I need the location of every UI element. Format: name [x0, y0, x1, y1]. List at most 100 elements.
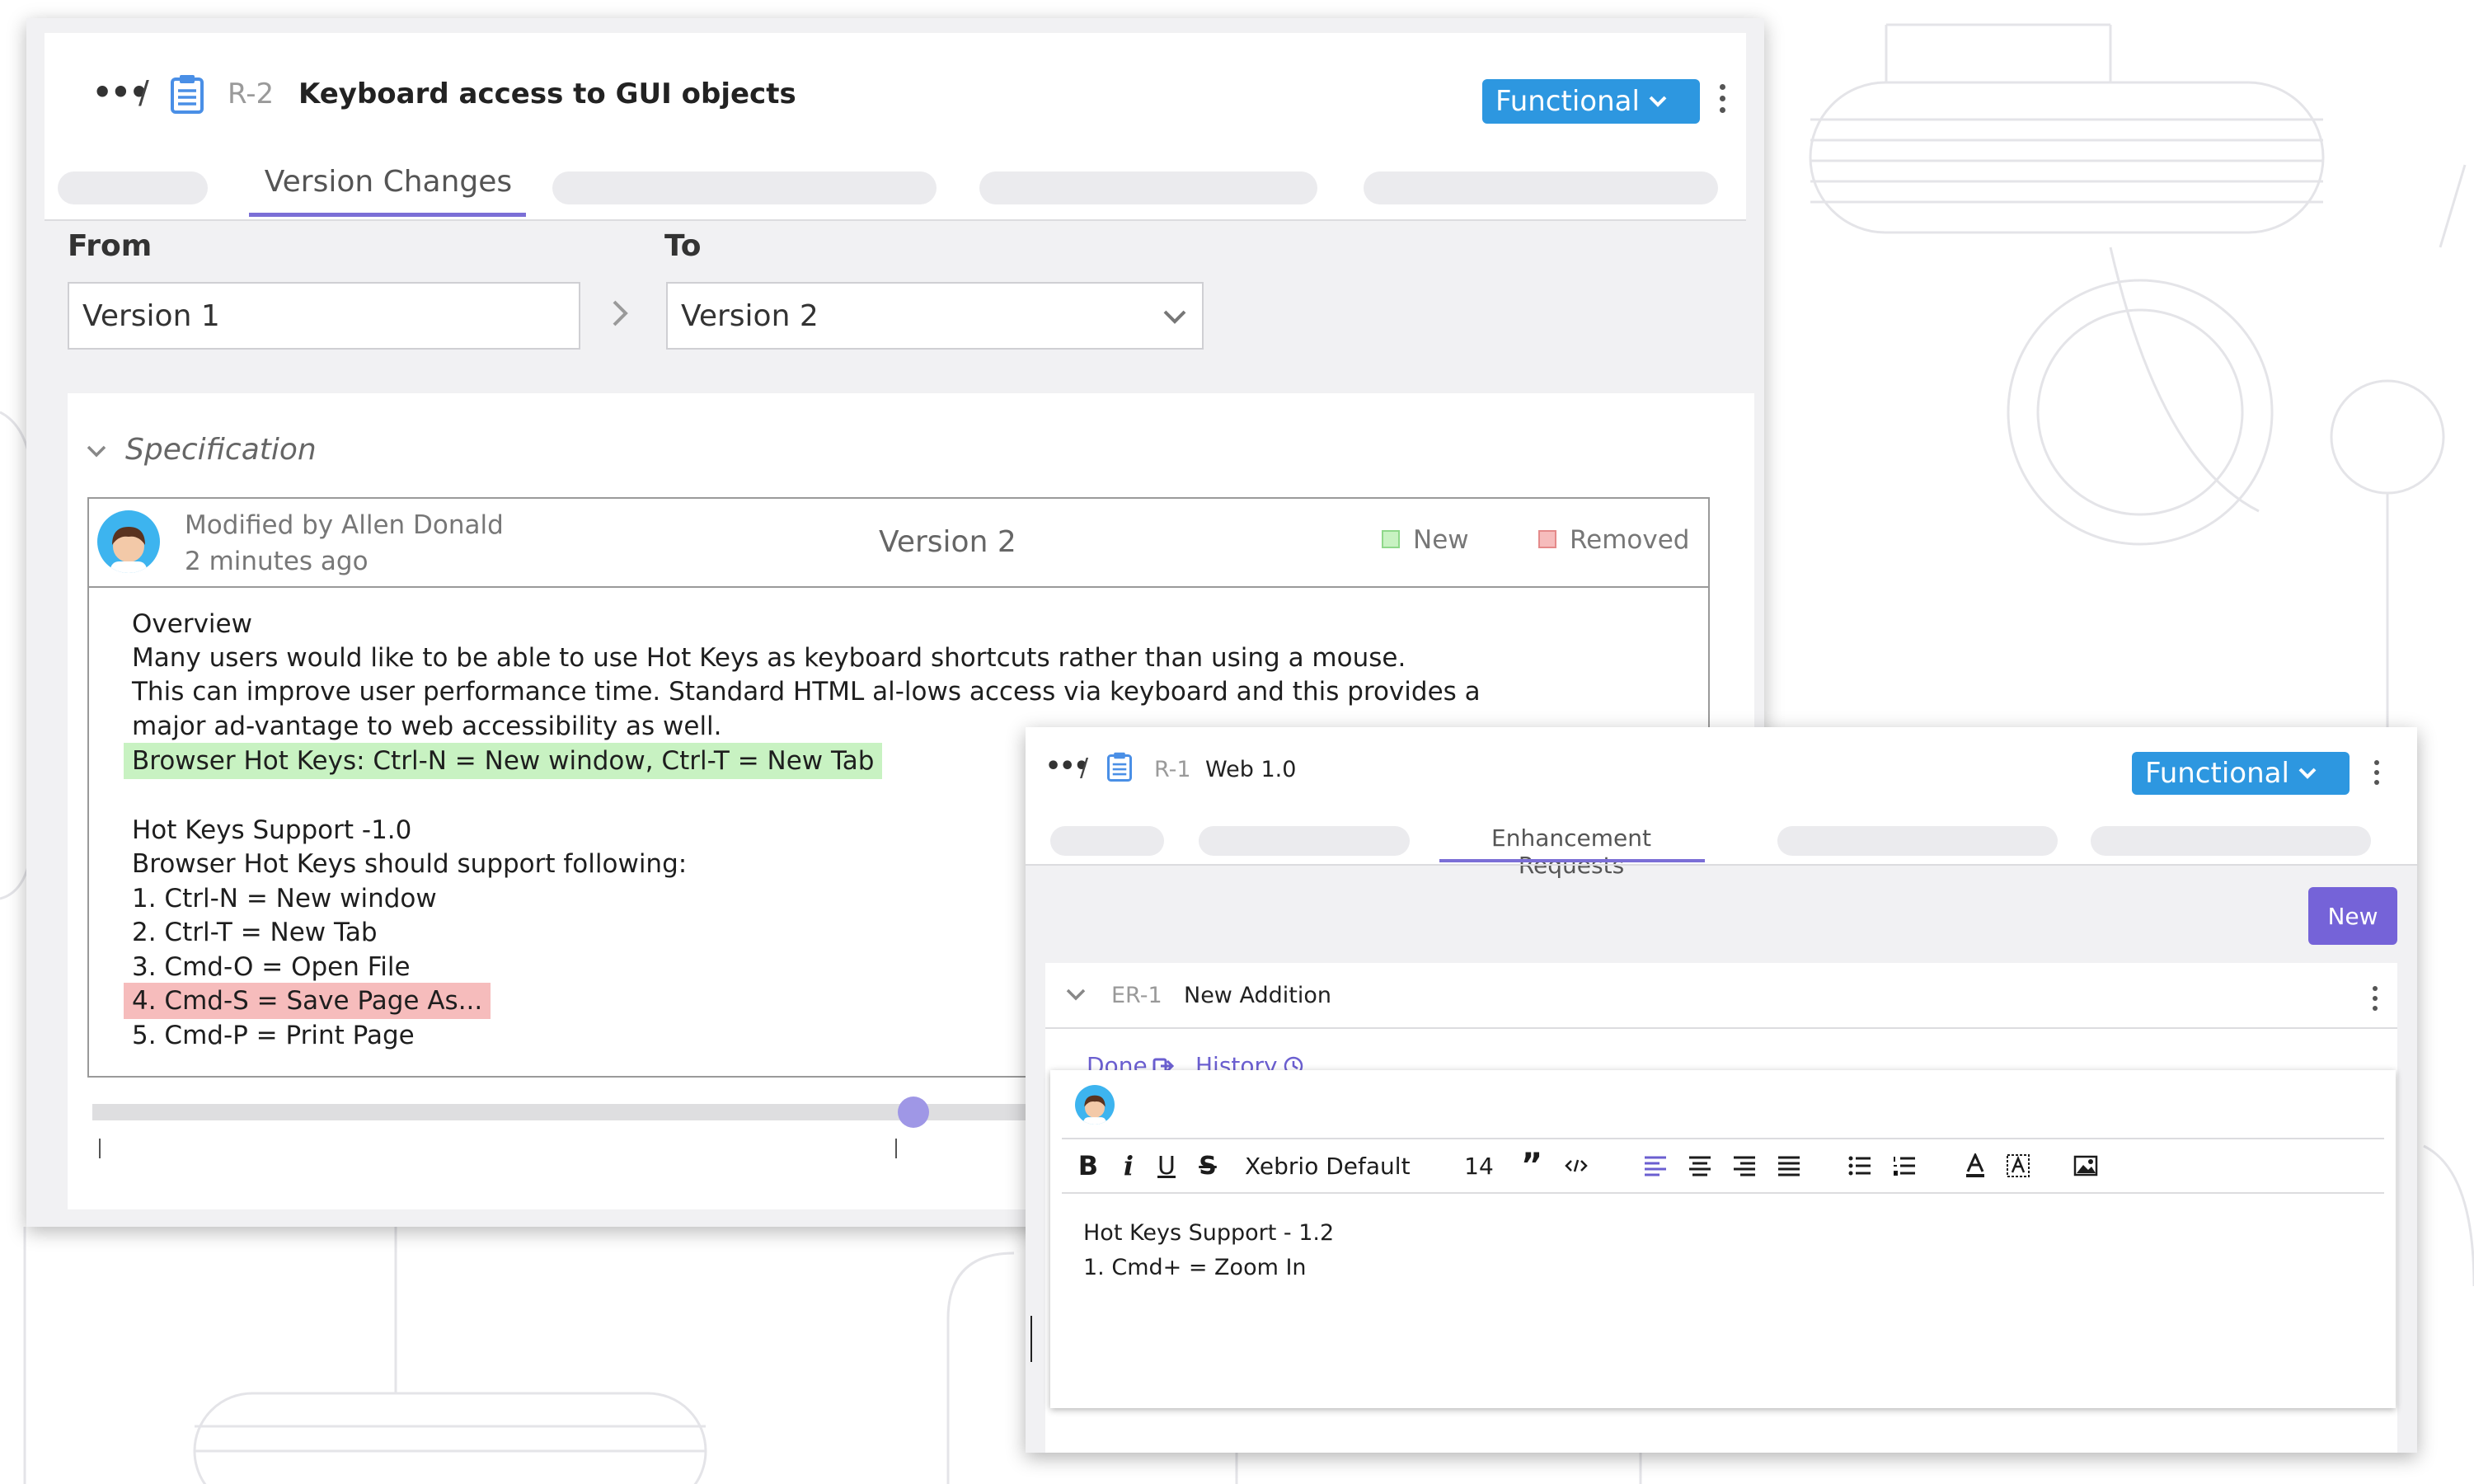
clipboard-icon [1107, 752, 1132, 782]
requirement-panel-r1: ••• / R-1 Web 1.0 Functional Enhancement… [1026, 727, 2417, 1453]
section-title: Specification [125, 433, 317, 467]
to-label: To [664, 229, 702, 263]
code-icon[interactable] [1560, 1149, 1593, 1182]
tab-placeholder[interactable] [2091, 826, 2371, 856]
content-line: 5. Cmd-P = Print Page [132, 1021, 415, 1050]
slider-tick [99, 1139, 101, 1158]
chevron-down-icon [1649, 96, 1667, 107]
tab-placeholder[interactable] [1777, 826, 2058, 856]
er-more-options-icon[interactable] [2373, 986, 2378, 1011]
collapse-chevron-icon[interactable] [1065, 988, 1087, 1003]
modified-by: Modified by Allen Donald [185, 510, 504, 540]
type-dropdown[interactable]: Functional [1482, 79, 1700, 124]
editor-line: Hot Keys Support - 1.2 [1083, 1220, 1335, 1246]
bold-icon[interactable]: B [1073, 1149, 1103, 1182]
breadcrumb-separator: / [138, 74, 149, 110]
blockquote-icon[interactable]: ” [1517, 1147, 1547, 1185]
version-slider-handle[interactable] [898, 1097, 929, 1128]
active-tab-indicator [1439, 859, 1705, 862]
align-left-icon[interactable] [1641, 1149, 1670, 1182]
underline-icon[interactable]: U [1152, 1149, 1181, 1182]
er-header-divider [1045, 1027, 2397, 1029]
tab-placeholder[interactable] [552, 171, 937, 204]
legend-removed-swatch [1538, 530, 1556, 548]
legend-new-label: New [1413, 525, 1469, 555]
tab-placeholder[interactable] [1050, 826, 1164, 856]
new-er-button[interactable]: New [2308, 887, 2397, 945]
requirement-title: Web 1.0 [1205, 757, 1297, 782]
numbered-list-icon[interactable] [1890, 1149, 1919, 1182]
insert-image-icon[interactable] [2071, 1149, 2101, 1182]
editor-divider [1062, 1138, 2384, 1139]
avatar [97, 510, 160, 573]
content-line: Browser Hot Keys should support followin… [132, 849, 688, 879]
from-label: From [68, 229, 153, 263]
removed-text: 4. Cmd-S = Save Page As... [124, 983, 491, 1019]
bullet-list-icon[interactable] [1845, 1149, 1875, 1182]
added-line: Browser Hot Keys: Ctrl-N = New window, C… [124, 743, 883, 779]
diff-header: Modified by Allen Donald 2 minutes ago V… [87, 497, 1710, 588]
to-version-select[interactable]: Version 2 [666, 282, 1204, 350]
align-right-icon[interactable] [1730, 1149, 1759, 1182]
chevron-down-icon [1163, 310, 1186, 324]
er-title: New Addition [1184, 983, 1331, 1008]
tab-enhancement-requests[interactable]: Enhancement Requests [1439, 824, 1703, 879]
requirement-id[interactable]: R-1 [1154, 757, 1191, 782]
enhancement-request-card: ER-1 New Addition Done History B i U S X… [1045, 963, 2397, 1453]
content-line: 3. Cmd-O = Open File [132, 952, 411, 982]
strikethrough-icon[interactable]: S [1194, 1149, 1222, 1182]
from-version-value: Version 1 [82, 298, 220, 333]
requirement-id[interactable]: R-2 [228, 77, 274, 110]
text-color-icon[interactable] [1960, 1149, 1990, 1182]
added-text: Browser Hot Keys: Ctrl-N = New window, C… [124, 743, 883, 779]
content-line: Hot Keys Support -1.0 [132, 815, 412, 845]
modified-time: 2 minutes ago [185, 547, 369, 576]
tab-version-changes[interactable]: Version Changes [249, 165, 528, 199]
tab-placeholder[interactable] [58, 171, 208, 204]
content-line: Many users would like to be able to use … [132, 643, 1406, 673]
highlight-color-icon[interactable] [2003, 1149, 2033, 1182]
type-dropdown[interactable]: Functional [2132, 752, 2350, 795]
toolbar-divider [1062, 1192, 2384, 1194]
tab-divider [45, 219, 1746, 221]
type-label: Functional [2145, 757, 2289, 790]
content-line: 1. Ctrl-N = New window [132, 884, 437, 913]
content-line: Overview [132, 609, 252, 639]
tab-placeholder[interactable] [1364, 171, 1718, 204]
type-label: Functional [1495, 85, 1640, 118]
avatar [1075, 1085, 1115, 1125]
removed-line: 4. Cmd-S = Save Page As... [124, 983, 491, 1019]
legend-new-swatch [1382, 530, 1400, 548]
tab-placeholder[interactable] [1199, 826, 1410, 856]
requirement-title: Keyboard access to GUI objects [298, 77, 796, 110]
chevron-down-icon [2298, 768, 2317, 779]
content-line: major ad-vantage to web accessibility as… [132, 711, 722, 741]
content-line: This can improve user performance time. … [132, 677, 1481, 707]
to-version-value: Version 2 [681, 298, 819, 333]
chevron-right-icon [613, 300, 628, 326]
align-justify-icon[interactable] [1774, 1149, 1804, 1182]
legend-removed-label: Removed [1570, 525, 1690, 555]
tab-placeholder[interactable] [979, 171, 1317, 204]
panel-header: ••• / R-2 Keyboard access to GUI objects… [45, 33, 1746, 221]
comment-editor: B i U S Xebrio Default 14 ” Hot Keys Sup… [1050, 1070, 2396, 1408]
collapse-chevron-icon[interactable] [86, 444, 107, 459]
clipboard-icon [171, 75, 204, 114]
font-family-select[interactable]: Xebrio Default [1245, 1149, 1443, 1182]
editor-text-area[interactable]: Hot Keys Support - 1.2 1. Cmd+ = Zoom In [1083, 1220, 2369, 1393]
breadcrumb-separator: / [1080, 754, 1089, 782]
er-id[interactable]: ER-1 [1111, 983, 1162, 1008]
text-cursor [1030, 1316, 1032, 1362]
active-tab-indicator [249, 213, 526, 217]
more-options-icon[interactable] [1720, 84, 1725, 113]
slider-tick [895, 1139, 897, 1158]
more-options-icon[interactable] [2374, 760, 2379, 785]
version-label: Version 2 [879, 525, 1016, 559]
italic-icon[interactable]: i [1116, 1149, 1141, 1182]
from-version-field[interactable]: Version 1 [68, 282, 580, 350]
content-line: 2. Ctrl-T = New Tab [132, 918, 378, 947]
align-center-icon[interactable] [1685, 1149, 1715, 1182]
tab-divider [1026, 864, 2417, 866]
panel-header: ••• / R-1 Web 1.0 Functional Enhancement… [1026, 727, 2417, 879]
font-size-select[interactable]: 14 [1462, 1149, 1495, 1182]
